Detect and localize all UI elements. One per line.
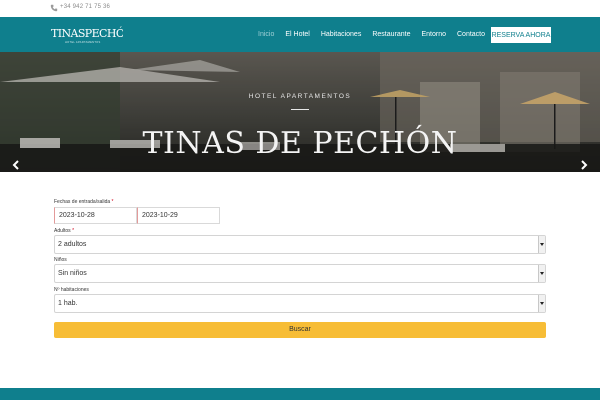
phone-number[interactable]: +34 942 71 75 36: [60, 4, 110, 10]
hero-subtitle: HOTEL APARTAMENTOS: [248, 93, 352, 100]
main-menu: Inicio El Hotel Habitaciones Restaurante…: [258, 17, 496, 52]
dropdown-arrow-icon: [538, 295, 545, 312]
rooms-label: Nº habitaciones: [54, 287, 89, 293]
children-select[interactable]: Sin niños: [54, 264, 546, 283]
hero-title: TINAS DE PECHÓN: [142, 126, 458, 161]
footer-bar: [0, 388, 600, 400]
hotel-logo[interactable]: TINASPECHÓN HOTEL APARTAMENTOS: [51, 25, 123, 45]
phone-icon: [50, 4, 58, 12]
required-mark: *: [72, 228, 75, 234]
top-bar: +34 942 71 75 36: [0, 0, 600, 17]
nav-item-habitaciones[interactable]: Habitaciones: [321, 31, 361, 38]
svg-text:HOTEL APARTAMENTOS: HOTEL APARTAMENTOS: [65, 40, 101, 44]
search-button[interactable]: Buscar: [54, 322, 546, 338]
checkout-date-input[interactable]: 2023-10-29: [137, 207, 220, 224]
children-label: Niños: [54, 257, 67, 263]
dropdown-arrow-icon: [538, 236, 545, 253]
main-navbar: TINASPECHÓN HOTEL APARTAMENTOS Inicio El…: [0, 17, 600, 52]
nav-item-entorno[interactable]: Entorno: [421, 31, 446, 38]
chevron-right-icon[interactable]: [579, 160, 589, 170]
nav-item-restaurante[interactable]: Restaurante: [372, 31, 410, 38]
dropdown-arrow-icon: [538, 265, 545, 282]
dates-label: Fechas de entrada/salida *: [54, 199, 114, 205]
required-mark: *: [111, 199, 114, 205]
reserve-now-button[interactable]: RESERVA AHORA: [491, 27, 551, 43]
nav-item-contacto[interactable]: Contacto: [457, 31, 485, 38]
rooms-select[interactable]: 1 hab.: [54, 294, 546, 313]
nav-item-el-hotel[interactable]: El Hotel: [285, 31, 310, 38]
nav-item-inicio[interactable]: Inicio: [258, 31, 274, 38]
adults-label: Adultos *: [54, 228, 75, 234]
hero-divider: [291, 109, 309, 110]
checkin-date-input[interactable]: 2023-10-28: [54, 207, 137, 224]
svg-text:TINASPECHÓN: TINASPECHÓN: [51, 26, 123, 40]
hero-banner: HOTEL APARTAMENTOS TINAS DE PECHÓN: [0, 52, 600, 172]
chevron-left-icon[interactable]: [11, 160, 21, 170]
adults-select[interactable]: 2 adultos: [54, 235, 546, 254]
